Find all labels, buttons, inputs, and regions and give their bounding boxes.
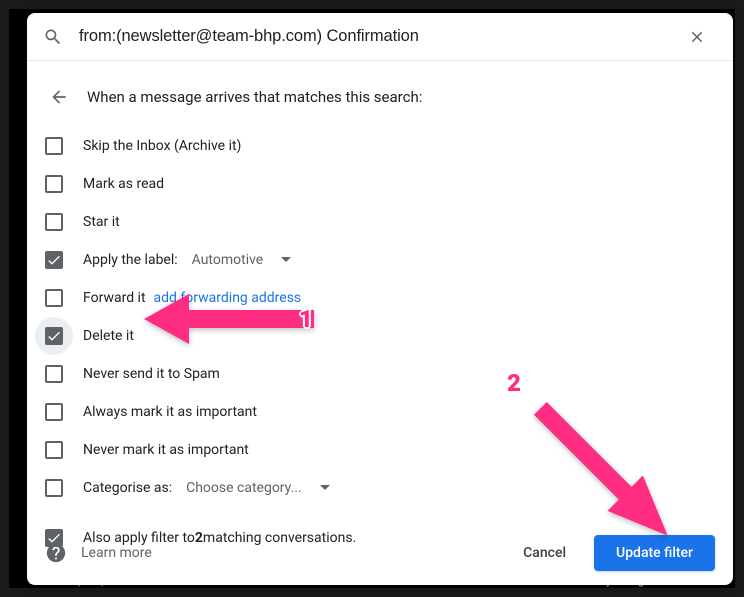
chevron-down-icon bbox=[320, 483, 330, 493]
label-forward-it: Forward it bbox=[83, 290, 146, 306]
checkbox-never-spam[interactable] bbox=[45, 365, 63, 383]
update-filter-button[interactable]: Update filter bbox=[594, 535, 715, 571]
checkbox-never-important[interactable] bbox=[45, 441, 63, 459]
add-forwarding-address-link[interactable]: add forwarding address bbox=[154, 290, 302, 306]
option-categorise: Categorise as: Choose category... bbox=[45, 469, 715, 507]
back-button[interactable] bbox=[45, 83, 73, 111]
dialog-footer: Learn more Cancel Update filter bbox=[27, 521, 733, 585]
checkbox-mark-read[interactable] bbox=[45, 175, 63, 193]
arrow-left-icon bbox=[49, 87, 69, 107]
label-never-spam: Never send it to Spam bbox=[83, 366, 220, 382]
search-icon bbox=[43, 27, 63, 47]
checkbox-delete-it[interactable] bbox=[45, 327, 63, 345]
label-never-important: Never mark it as important bbox=[83, 442, 249, 458]
label-delete-it: Delete it bbox=[83, 328, 134, 344]
option-forward-it: Forward it add forwarding address bbox=[45, 279, 715, 317]
option-skip-inbox: Skip the Inbox (Archive it) bbox=[45, 127, 715, 165]
option-apply-label: Apply the label: Automotive bbox=[45, 241, 715, 279]
close-button[interactable] bbox=[677, 17, 717, 57]
option-always-important: Always mark it as important bbox=[45, 393, 715, 431]
close-icon bbox=[688, 28, 706, 46]
label-dropdown-value: Automotive bbox=[192, 252, 264, 268]
checkbox-star-it[interactable] bbox=[45, 213, 63, 231]
category-dropdown[interactable]: Choose category... bbox=[180, 476, 336, 500]
option-mark-read: Mark as read bbox=[45, 165, 715, 203]
label-always-important: Always mark it as important bbox=[83, 404, 257, 420]
filter-dialog: When a message arrives that matches this… bbox=[27, 13, 733, 585]
chevron-down-icon bbox=[281, 255, 291, 265]
option-never-spam: Never send it to Spam bbox=[45, 355, 715, 393]
label-mark-read: Mark as read bbox=[83, 176, 164, 192]
option-delete-it: Delete it bbox=[45, 317, 715, 355]
label-star-it: Star it bbox=[83, 214, 120, 230]
checkbox-apply-label[interactable] bbox=[45, 251, 63, 269]
checkbox-always-important[interactable] bbox=[45, 403, 63, 421]
label-skip-inbox: Skip the Inbox (Archive it) bbox=[83, 138, 241, 154]
help-icon[interactable] bbox=[45, 542, 67, 564]
checkbox-forward-it[interactable] bbox=[45, 289, 63, 307]
label-categorise: Categorise as: bbox=[83, 480, 172, 496]
search-input[interactable] bbox=[77, 26, 673, 47]
learn-more-link[interactable]: Learn more bbox=[81, 545, 152, 561]
search-bar bbox=[27, 13, 733, 61]
label-apply-label: Apply the label: bbox=[83, 252, 178, 268]
cancel-button[interactable]: Cancel bbox=[501, 535, 588, 571]
category-dropdown-value: Choose category... bbox=[186, 480, 302, 496]
checkbox-skip-inbox[interactable] bbox=[45, 137, 63, 155]
checkbox-categorise[interactable] bbox=[45, 479, 63, 497]
label-dropdown[interactable]: Automotive bbox=[186, 248, 298, 272]
option-star-it: Star it bbox=[45, 203, 715, 241]
option-never-important: Never mark it as important bbox=[45, 431, 715, 469]
dialog-heading: When a message arrives that matches this… bbox=[87, 88, 422, 106]
